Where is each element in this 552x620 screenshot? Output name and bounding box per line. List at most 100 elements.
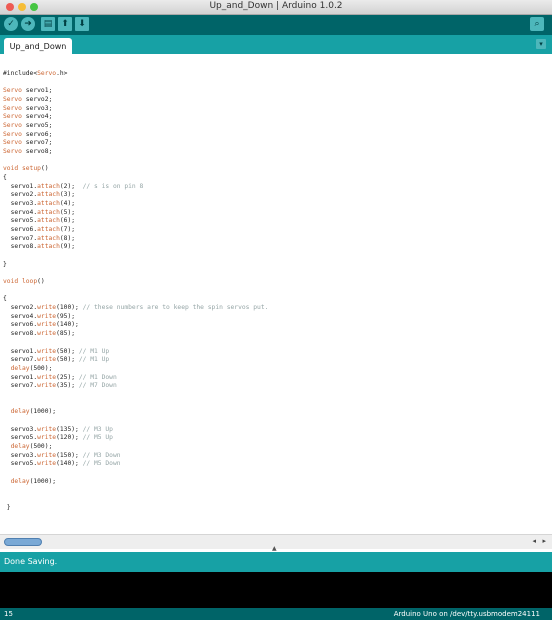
code-token: servo3.: [3, 200, 38, 208]
code-line[interactable]: servo4.attach(5);: [3, 209, 268, 218]
code-line[interactable]: delay(1000);: [3, 478, 268, 487]
open-button[interactable]: ⬆: [58, 17, 72, 31]
code-line[interactable]: servo6.write(140);: [3, 321, 268, 330]
code-line[interactable]: servo3.write(135); // M3 Up: [3, 426, 268, 435]
serial-monitor-button[interactable]: ⌕: [530, 17, 544, 31]
code-line[interactable]: servo7.write(50); // M1 Up: [3, 356, 268, 365]
serial-monitor-icon: ⌕: [534, 18, 540, 29]
code-line[interactable]: {: [3, 174, 268, 183]
code-token: servo5.: [3, 434, 38, 442]
chevron-down-icon: ▾: [539, 40, 543, 48]
code-comment: // M1 Up: [78, 356, 110, 364]
code-line[interactable]: [3, 495, 268, 504]
code-line[interactable]: void loop(): [3, 278, 268, 287]
code-line[interactable]: [3, 252, 268, 261]
code-token: (50);: [56, 356, 79, 364]
code-line[interactable]: [3, 400, 268, 409]
save-button[interactable]: ⬇: [75, 17, 89, 31]
code-line[interactable]: servo2.attach(3);: [3, 191, 268, 200]
code-line[interactable]: servo5.write(140); // M5 Down: [3, 460, 268, 469]
code-token: (9);: [59, 243, 76, 251]
verify-button[interactable]: ✓: [4, 17, 18, 31]
code-line[interactable]: [3, 391, 268, 400]
code-line[interactable]: servo8.write(85);: [3, 330, 268, 339]
code-line[interactable]: Servo servo4;: [3, 113, 268, 122]
code-keyword: write: [37, 304, 57, 312]
code-token: (50);: [56, 347, 79, 355]
code-token: servo8;: [21, 148, 53, 156]
code-keyword: loop: [21, 278, 38, 286]
code-token: servo4;: [21, 113, 53, 121]
tab-up-and-down[interactable]: Up_and_Down: [4, 38, 72, 54]
code-line[interactable]: delay(1000);: [3, 408, 268, 417]
code-line[interactable]: servo7.attach(8);: [3, 235, 268, 244]
code-keyword: delay: [10, 408, 30, 416]
code-line[interactable]: Servo servo2;: [3, 96, 268, 105]
code-line[interactable]: servo3.attach(4);: [3, 200, 268, 209]
scroll-left-icon[interactable]: ◂: [532, 537, 536, 545]
code-token: servo6.: [3, 226, 38, 234]
scroll-right-icon[interactable]: ▸: [542, 537, 546, 545]
code-line[interactable]: Servo servo6;: [3, 131, 268, 140]
code-token: }: [3, 503, 11, 511]
code-line[interactable]: servo8.attach(9);: [3, 243, 268, 252]
code-line[interactable]: void setup(): [3, 165, 268, 174]
title-bar: Up_and_Down | Arduino 1.0.2: [0, 0, 552, 15]
new-button[interactable]: ▤: [41, 17, 55, 31]
code-line[interactable]: }: [3, 504, 268, 513]
code-line[interactable]: servo2.write(100); // these numbers are …: [3, 304, 269, 313]
code-line[interactable]: [3, 417, 268, 426]
code-line[interactable]: delay(500);: [3, 443, 268, 452]
upload-button[interactable]: ➜: [21, 17, 35, 31]
code-line[interactable]: Servo servo7;: [3, 139, 268, 148]
code-line[interactable]: [3, 339, 268, 348]
code-text[interactable]: #include<Servo.h> Servo servo1; Servo serv…: [3, 70, 268, 512]
code-line[interactable]: }: [3, 261, 268, 270]
code-line[interactable]: servo5.attach(6);: [3, 217, 268, 226]
code-line[interactable]: {: [3, 295, 268, 304]
code-line[interactable]: servo4.write(95);: [3, 313, 268, 322]
code-keyword: write: [37, 460, 57, 468]
code-line[interactable]: Servo servo5;: [3, 122, 268, 131]
code-keyword: write: [37, 312, 57, 320]
code-line[interactable]: [3, 157, 268, 166]
code-line[interactable]: [3, 486, 268, 495]
code-line[interactable]: Servo servo3;: [3, 105, 268, 114]
footer-bar: 15 Arduino Uno on /dev/tty.usbmodem24111: [0, 608, 552, 620]
code-line[interactable]: [3, 269, 268, 278]
code-line[interactable]: servo5.write(120); // M5 Up: [3, 434, 268, 443]
code-line[interactable]: #include<Servo.h>: [3, 70, 268, 79]
code-line[interactable]: servo6.attach(7);: [3, 226, 268, 235]
code-keyword: attach: [37, 243, 60, 251]
code-keyword: Servo: [3, 113, 22, 121]
code-keyword: write: [37, 434, 57, 442]
code-keyword: attach: [37, 226, 60, 234]
code-keyword: write: [37, 373, 57, 381]
code-line[interactable]: servo1.write(50); // M1 Up: [3, 348, 268, 357]
code-editor[interactable]: #include<Servo.h> Servo servo1; Servo serv…: [0, 54, 552, 534]
code-line[interactable]: Servo servo8;: [3, 148, 268, 157]
code-line[interactable]: [3, 287, 268, 296]
code-token: servo3;: [21, 104, 53, 112]
scrollbar-thumb[interactable]: [4, 538, 42, 546]
tab-menu-button[interactable]: ▾: [536, 39, 546, 49]
code-keyword: void: [3, 165, 19, 173]
code-keyword: Servo: [3, 104, 22, 112]
console-output[interactable]: [0, 572, 552, 608]
code-line[interactable]: [3, 469, 268, 478]
line-number: 15: [4, 610, 13, 618]
code-keyword: attach: [37, 200, 60, 208]
code-line[interactable]: Servo servo1;: [3, 87, 268, 96]
code-line[interactable]: servo1.write(25); // M1 Down: [3, 374, 268, 383]
code-comment: // M5 Up: [82, 434, 113, 442]
code-line[interactable]: delay(500);: [3, 365, 268, 374]
code-line[interactable]: [3, 79, 268, 88]
splitter-grip-icon[interactable]: ▲: [272, 545, 277, 552]
code-token: (120);: [56, 434, 83, 442]
code-line[interactable]: servo7.write(35); // M7 Down: [3, 382, 268, 391]
code-line[interactable]: servo3.write(150); // M3 Down: [3, 452, 268, 461]
code-token: servo7.: [3, 356, 38, 364]
code-line[interactable]: servo1.attach(2); // s is on pin 8: [3, 183, 268, 192]
